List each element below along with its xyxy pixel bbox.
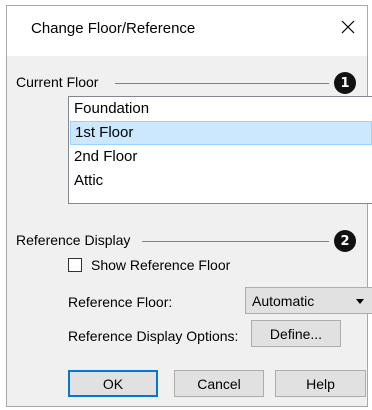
floor-list-item-2nd-floor[interactable]: 2nd Floor (70, 145, 372, 169)
close-icon (341, 20, 355, 34)
show-reference-floor-label[interactable]: Show Reference Floor (91, 257, 230, 273)
reference-display-group-label: Reference Display (16, 232, 131, 248)
reference-floor-label: Reference Floor: (68, 294, 173, 310)
change-floor-dialog: Change Floor/Reference Current Floor 1 F… (6, 5, 372, 407)
dialog-title: Change Floor/Reference (31, 20, 196, 37)
define-button[interactable]: Define... (251, 320, 341, 347)
help-button[interactable]: Help (275, 370, 366, 397)
reference-floor-select-value: Automatic (252, 293, 315, 309)
reference-display-options-label: Reference Display Options: (68, 328, 239, 344)
callout-badge-2: 2 (334, 230, 356, 252)
close-button[interactable] (337, 16, 359, 38)
dropdown-arrow-icon (356, 299, 364, 304)
title-bar: Change Floor/Reference (7, 6, 367, 56)
show-reference-floor-checkbox[interactable] (68, 258, 82, 272)
floor-listbox[interactable]: Foundation 1st Floor 2nd Floor Attic (68, 96, 372, 204)
reference-floor-select[interactable]: Automatic (245, 287, 372, 314)
callout-badge-1: 1 (334, 72, 356, 94)
cancel-button[interactable]: Cancel (174, 370, 264, 397)
reference-display-divider (142, 241, 329, 242)
floor-list-item-foundation[interactable]: Foundation (70, 97, 372, 121)
ok-button[interactable]: OK (68, 370, 158, 397)
current-floor-group-label: Current Floor (16, 74, 99, 90)
floor-list-item-attic[interactable]: Attic (70, 169, 372, 193)
current-floor-divider (115, 83, 329, 84)
floor-list-item-1st-floor[interactable]: 1st Floor (70, 121, 372, 145)
